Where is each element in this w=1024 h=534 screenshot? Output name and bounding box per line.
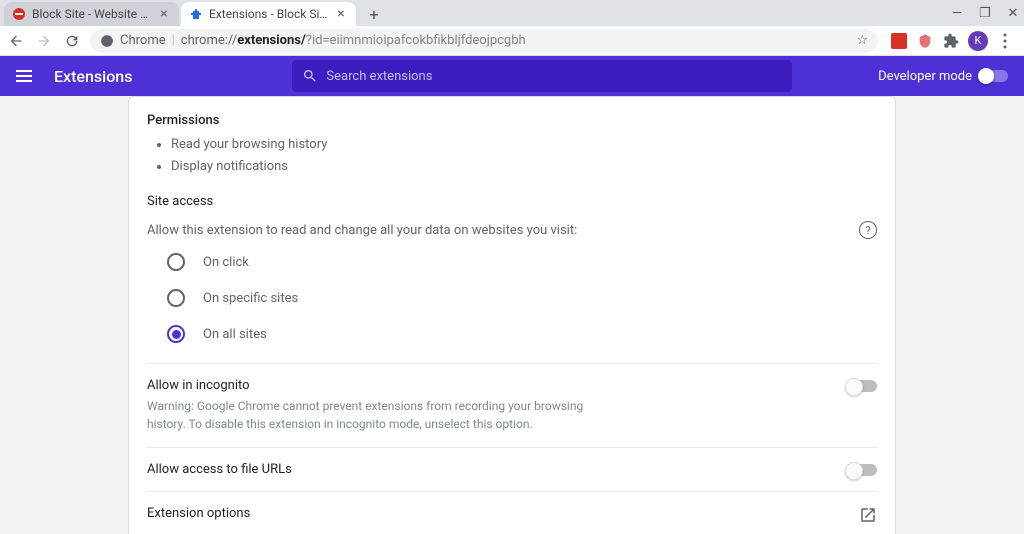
radio-on-all-sites[interactable]: On all sites [167, 325, 877, 343]
search-extensions-box[interactable] [292, 60, 792, 92]
back-button[interactable] [6, 31, 26, 51]
search-icon [302, 68, 318, 84]
file-urls-toggle[interactable] [847, 464, 877, 476]
browser-tab-1[interactable]: Block Site - Website Block × [4, 2, 179, 26]
profile-avatar[interactable]: K [968, 31, 988, 51]
incognito-toggle[interactable] [847, 380, 877, 392]
site-access-title: Site access [147, 194, 877, 209]
radio-icon [167, 289, 185, 307]
permissions-title: Permissions [147, 113, 877, 128]
extension-options-row[interactable]: Extension options [147, 491, 877, 534]
extension-icons: K [890, 31, 1014, 51]
radio-label: On click [203, 255, 249, 270]
tab-strip: Block Site - Website Block × Extensions … [0, 0, 1024, 26]
browser-toolbar: Chrome | chrome://extensions/?id=eiimnmi… [0, 26, 1024, 56]
help-icon[interactable]: ? [859, 221, 877, 239]
close-window-button[interactable]: ✕ [1006, 6, 1020, 20]
minimize-button[interactable]: — [950, 6, 964, 20]
file-urls-row: Allow access to file URLs [147, 447, 877, 491]
page-title: Extensions [54, 67, 132, 86]
developer-mode-toggle[interactable] [980, 70, 1008, 82]
close-icon[interactable]: × [334, 7, 348, 21]
chrome-icon [100, 34, 114, 48]
ext-icon-red[interactable] [890, 32, 908, 50]
address-bar[interactable]: Chrome | chrome://extensions/?id=eiimnmi… [90, 29, 878, 53]
extension-detail-card: Permissions Read your browsing history D… [128, 96, 896, 534]
radio-on-specific-sites[interactable]: On specific sites [167, 289, 877, 307]
new-tab-button[interactable]: + [362, 2, 386, 26]
tab-title: Block Site - Website Block [32, 7, 153, 21]
favicon-blocksite [12, 7, 26, 21]
ext-icon-shield[interactable] [916, 32, 934, 50]
content-scroll[interactable]: Permissions Read your browsing history D… [128, 96, 896, 534]
site-access-radio-group: On click On specific sites On all sites [147, 253, 877, 343]
radio-icon [167, 325, 185, 343]
developer-mode-section: Developer mode [878, 69, 1008, 84]
star-icon[interactable]: ☆ [856, 33, 868, 48]
site-access-desc: Allow this extension to read and change … [147, 221, 877, 239]
permission-item: Read your browsing history [171, 134, 877, 156]
close-icon[interactable]: × [157, 7, 171, 21]
maximize-button[interactable]: ❐ [978, 6, 992, 20]
forward-button[interactable] [34, 31, 54, 51]
browser-tab-2[interactable]: Extensions - Block Site - W × [181, 2, 356, 26]
search-input[interactable] [326, 69, 782, 84]
radio-icon [167, 253, 185, 271]
permissions-list: Read your browsing history Display notif… [147, 134, 877, 178]
options-title: Extension options [147, 506, 250, 521]
favicon-extensions [189, 7, 203, 21]
content-area: Permissions Read your browsing history D… [0, 96, 1024, 534]
incognito-desc: Warning: Google Chrome cannot prevent ex… [147, 397, 587, 433]
permission-item: Display notifications [171, 156, 877, 178]
hamburger-menu-button[interactable] [16, 64, 40, 88]
radio-label: On specific sites [203, 291, 298, 306]
url-scheme: Chrome [120, 33, 166, 48]
radio-on-click[interactable]: On click [167, 253, 877, 271]
allow-incognito-row: Allow in incognito Warning: Google Chrom… [147, 363, 877, 447]
developer-mode-label: Developer mode [878, 69, 972, 84]
window-controls: — ❐ ✕ [950, 0, 1020, 26]
extensions-puzzle-icon[interactable] [942, 32, 960, 50]
radio-label: On all sites [203, 327, 267, 342]
file-urls-title: Allow access to file URLs [147, 462, 292, 477]
tab-title: Extensions - Block Site - W [209, 7, 330, 21]
extensions-header: Extensions Developer mode [0, 56, 1024, 96]
open-external-icon [859, 506, 877, 524]
incognito-title: Allow in incognito [147, 378, 587, 393]
browser-menu-button[interactable] [996, 32, 1014, 50]
reload-button[interactable] [62, 31, 82, 51]
